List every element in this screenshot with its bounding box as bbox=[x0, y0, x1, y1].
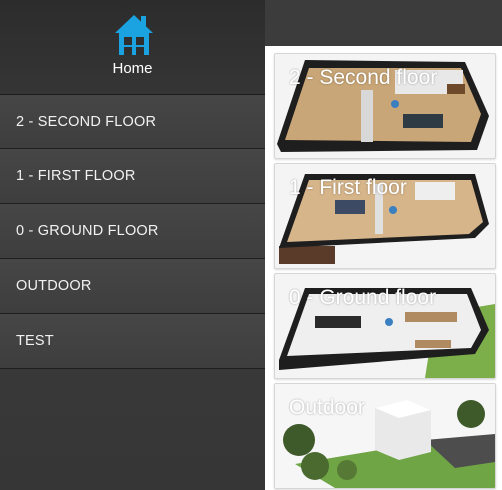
menu-item-first-floor[interactable]: 1 - FIRST FLOOR bbox=[0, 149, 265, 204]
menu-item-second-floor[interactable]: 2 - SECOND FLOOR bbox=[0, 95, 265, 149]
card-label: 0 - Ground floor bbox=[289, 286, 437, 309]
menu-item-test[interactable]: TEST bbox=[0, 314, 265, 369]
card-label: 2 - Second floor bbox=[289, 66, 438, 89]
menu-item-label: 2 - SECOND FLOOR bbox=[16, 113, 157, 130]
menu-item-label: 0 - GROUND FLOOR bbox=[16, 223, 159, 239]
menu-item-outdoor[interactable]: OUTDOOR bbox=[0, 259, 265, 314]
menu-item-label: 1 - FIRST FLOOR bbox=[16, 168, 136, 184]
house-icon[interactable] bbox=[114, 14, 154, 56]
card-outdoor[interactable]: Outdoor bbox=[274, 383, 496, 489]
card-first-floor[interactable]: 1 - First floor bbox=[274, 163, 496, 269]
card-ground-floor[interactable]: 0 - Ground floor bbox=[274, 273, 496, 379]
sidebar: Home 2 - SECOND FLOOR 1 - FIRST FLOOR 0 … bbox=[0, 0, 265, 490]
menu-item-label: OUTDOOR bbox=[16, 278, 92, 294]
card-label: Outdoor bbox=[289, 396, 365, 419]
card-label: 1 - First floor bbox=[289, 176, 407, 199]
menu-item-ground-floor[interactable]: 0 - GROUND FLOOR bbox=[0, 204, 265, 259]
floor-menu: 2 - SECOND FLOOR 1 - FIRST FLOOR 0 - GRO… bbox=[0, 95, 265, 369]
floor-card-panel: 2 - Second floor 1 - First floor 0 - Gro… bbox=[265, 46, 502, 490]
home-header[interactable]: Home bbox=[0, 0, 265, 95]
home-label[interactable]: Home bbox=[0, 60, 265, 77]
card-second-floor[interactable]: 2 - Second floor bbox=[274, 53, 496, 159]
menu-item-label: TEST bbox=[16, 333, 54, 349]
